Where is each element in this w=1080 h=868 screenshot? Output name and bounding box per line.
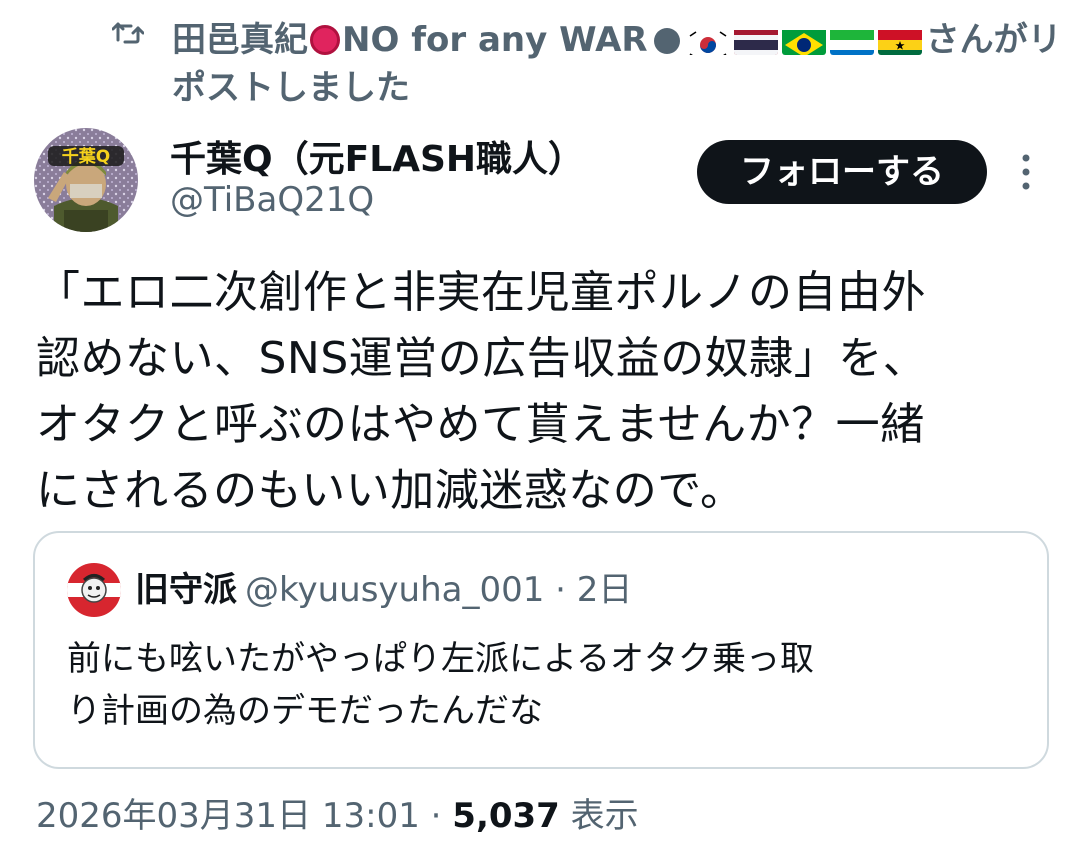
quoted-separator: · bbox=[555, 570, 566, 610]
tweet-line: 認めない、SNS運営の広告収益の奴隷」を、 bbox=[36, 333, 928, 384]
view-label: 表示 bbox=[570, 796, 639, 836]
black-circle-icon bbox=[653, 28, 680, 54]
gh-flag-icon bbox=[877, 25, 922, 55]
repost-icon bbox=[112, 22, 144, 44]
quoted-tweet-text: 前にも呟いたがやっぱり左派によるオタク乗っ取 り計画の為のデモだったんだな bbox=[67, 633, 1027, 737]
view-count: 5,037 bbox=[452, 796, 560, 836]
quoted-author-name[interactable]: 旧守派 bbox=[135, 570, 237, 610]
quoted-line: り計画の為のデモだったんだな bbox=[67, 691, 543, 731]
author-name[interactable]: 千葉Q（元FLASH職人） bbox=[170, 130, 584, 182]
quoted-tweet-card[interactable]: 旧守派 @kyuusyuha_001 · 2日 前にも呟いたがやっぱり左派によるオ… bbox=[33, 531, 1049, 769]
tweet-timestamp[interactable]: 2026年03月31日 13:01 bbox=[36, 796, 420, 836]
quoted-date[interactable]: 2日 bbox=[577, 570, 633, 610]
quoted-line: 前にも呟いたがやっぱり左派によるオタク乗っ取 bbox=[67, 639, 814, 679]
avatar-label: 千葉Q bbox=[62, 146, 110, 167]
author-handle[interactable]: @TiBaQ21Q bbox=[170, 180, 374, 220]
tweet-meta: 2026年03月31日 13:01 · 5,037 表示 bbox=[36, 792, 639, 840]
kr-flag-icon bbox=[685, 25, 730, 55]
tweet-line: 「エロ二次創作と非実在児童ポルノの自由外 bbox=[36, 267, 926, 318]
repost-text[interactable]: 田邑真紀 NO for any WAR さんがリポストしました bbox=[172, 16, 1072, 112]
th-flag-icon bbox=[733, 25, 778, 55]
follow-button[interactable]: フォローする bbox=[697, 140, 987, 204]
tweet-detail: 田邑真紀 NO for any WAR さんがリポストしました 千葉Q 千葉Q（元F… bbox=[0, 0, 1080, 868]
meta-separator: · bbox=[430, 796, 442, 836]
red-circle-icon bbox=[310, 25, 340, 55]
br-flag-icon bbox=[781, 25, 826, 55]
sl-flag-icon bbox=[829, 25, 874, 55]
quoted-author-avatar bbox=[67, 563, 121, 617]
repost-user-badge-text: NO for any WAR bbox=[342, 20, 648, 60]
tweet-line: にされるのもいい加減迷惑なので。 bbox=[36, 465, 745, 516]
author-avatar[interactable]: 千葉Q bbox=[34, 128, 138, 232]
repost-user-name: 田邑真紀 bbox=[172, 20, 308, 60]
tweet-line: オタクと呼ぶのはやめて貰えませんか？一緒 bbox=[36, 399, 925, 450]
more-options-icon[interactable] bbox=[1012, 150, 1040, 194]
quoted-tweet-header: 旧守派 @kyuusyuha_001 · 2日 bbox=[135, 563, 632, 617]
tweet-text: 「エロ二次創作と非実在児童ポルノの自由外 認めない、SNS運営の広告収益の奴隷」… bbox=[36, 260, 1046, 524]
quoted-author-handle[interactable]: @kyuusyuha_001 bbox=[245, 570, 544, 610]
